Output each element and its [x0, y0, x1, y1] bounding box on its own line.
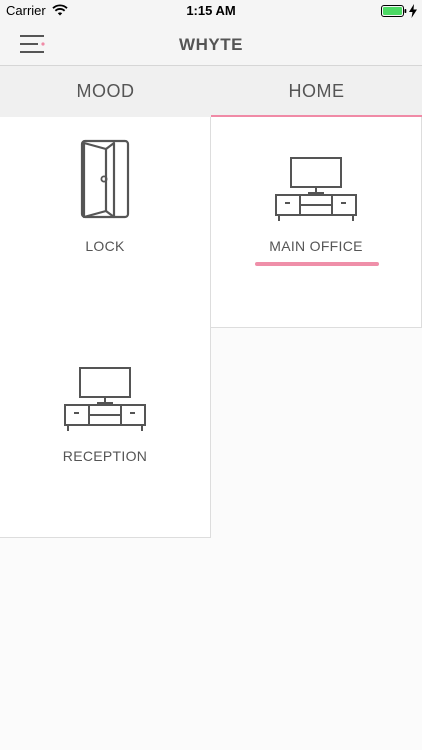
- tile-label: RECEPTION: [62, 448, 148, 464]
- tab-home[interactable]: HOME: [211, 66, 422, 117]
- status-bar: Carrier 1:15 AM: [0, 0, 422, 22]
- tile-main-office[interactable]: MAIN OFFICE: [211, 117, 422, 328]
- charging-bolt-icon: [409, 4, 417, 18]
- app-title: WHYTE: [179, 35, 243, 54]
- battery-icon: [381, 5, 407, 17]
- navigation-bar: WHYTE: [0, 22, 422, 66]
- status-time: 1:15 AM: [186, 3, 236, 18]
- tile-lock[interactable]: LOCK: [0, 117, 211, 328]
- tile-reception[interactable]: RECEPTION: [0, 327, 211, 538]
- tv-stand-icon: [64, 367, 146, 431]
- tab-bar: MOOD HOME: [0, 66, 422, 117]
- tile-label: MAIN OFFICE: [269, 238, 363, 254]
- tile-label: LOCK: [85, 238, 125, 254]
- door-icon: [80, 139, 130, 219]
- active-indicator: [255, 262, 379, 266]
- tab-mood[interactable]: MOOD: [0, 66, 211, 117]
- tv-stand-icon: [275, 157, 357, 221]
